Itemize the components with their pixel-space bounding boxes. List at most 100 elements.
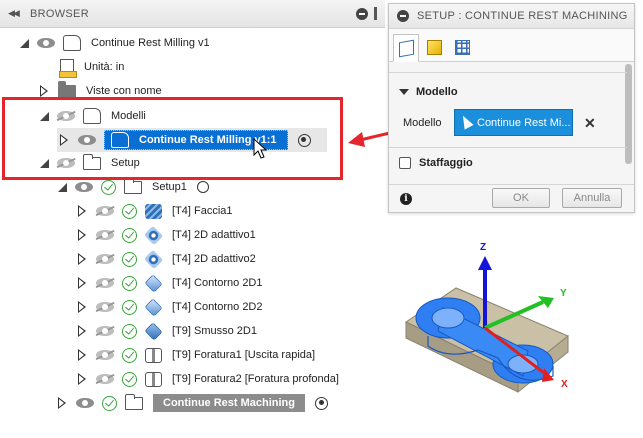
expand-triangle-icon[interactable] [78,253,86,265]
operation-label: [T4] Contorno 2D2 [172,301,263,313]
visibility-eye-icon[interactable] [96,206,114,216]
tab-stock[interactable] [421,33,447,61]
setup-panel-title: SETUP : CONTINUE REST MACHINING [417,10,628,22]
axis-y-label: Y [560,288,567,299]
ok-button[interactable]: OK [492,188,550,208]
expand-triangle-icon[interactable] [78,349,86,361]
tree-root-label: Continue Rest Milling v1 [91,37,210,49]
setup-panel-tabs [389,29,634,62]
model-selection-button[interactable]: Continue Rest Mi... [454,109,573,136]
minimize-circle-icon[interactable] [356,7,368,20]
clear-selection-icon[interactable]: ✕ [584,115,596,132]
last-setup-label[interactable]: Continue Rest Machining [153,394,305,412]
face-icon [145,203,162,219]
setup-tab-icon [398,39,414,57]
tree-row-operation[interactable]: [T4] 2D adattivo1 [78,223,256,247]
visibility-eye-icon[interactable] [37,38,55,48]
visibility-eye-icon[interactable] [96,278,114,288]
model-selection-label: Continue Rest Mi... [477,116,571,129]
contour-icon [144,297,163,317]
collapse-triangle-icon[interactable] [399,89,409,95]
tree-row-operation[interactable]: [T4] 2D adattivo2 [78,247,256,271]
operation-label: [T4] Contorno 2D1 [172,277,263,289]
minimize-circle-icon[interactable] [397,10,409,22]
visibility-eye-icon[interactable] [96,230,114,240]
setup-folder-icon [125,393,143,410]
expand-triangle-icon[interactable] [58,397,66,409]
drill-icon [145,347,162,363]
operation-label: [T9] Smusso 2D1 [172,325,257,337]
tree-row-operation[interactable]: [T4] Faccia1 [78,199,233,223]
fixture-section-header[interactable]: Staffaggio [399,157,473,169]
tree-row-operation[interactable]: [T9] Foratura2 [Foratura profonda] [78,367,339,391]
setup-panel-header: SETUP : CONTINUE REST MACHINING [389,4,634,29]
scrollbar[interactable] [625,64,632,164]
setup-panel-footer: i OK Annulla [389,184,634,212]
axis-x-label: X [561,379,568,390]
axis-z-label: Z [480,242,487,253]
divider [389,72,627,73]
double-chevron-left-icon[interactable]: ◀◀ [8,8,26,19]
activate-radio-icon[interactable] [315,396,328,410]
expand-triangle-icon[interactable] [78,325,86,337]
operation-label: [T4] 2D adattivo2 [172,253,256,265]
contour-icon [144,273,163,293]
expand-triangle-icon[interactable] [40,85,48,97]
browser-title: BROWSER [30,7,89,20]
tree-row-last-setup[interactable]: Continue Rest Machining [58,391,328,415]
visibility-eye-icon[interactable] [96,254,114,264]
model-section-label: Modello [416,86,458,98]
tree-row-operation[interactable]: [T4] Contorno 2D1 [78,271,263,295]
expand-triangle-icon[interactable] [78,301,86,313]
drill-icon [145,371,162,387]
collapse-triangle-icon[interactable] [20,38,29,48]
expand-triangle-icon[interactable] [78,205,86,217]
visibility-eye-icon[interactable] [96,302,114,312]
tree-row-operation[interactable]: [T9] Foratura1 [Uscita rapida] [78,343,315,367]
browser-header: ◀◀ BROWSER [0,0,385,28]
expand-triangle-icon[interactable] [78,229,86,241]
visibility-eye-icon[interactable] [96,326,114,336]
tab-post[interactable] [449,33,475,61]
operation-label: [T4] 2D adattivo1 [172,229,256,241]
cursor-arrow-icon [458,113,474,130]
tree-row-operation[interactable]: [T9] Smusso 2D1 [78,319,257,343]
visibility-eye-icon[interactable] [75,182,93,192]
valid-check-icon [122,251,137,267]
valid-check-icon [122,203,137,219]
chamfer-icon [144,321,163,341]
divider [389,147,627,148]
valid-check-icon [122,275,137,291]
stock-tab-icon [426,39,442,55]
operation-label: [T9] Foratura2 [Foratura profonda] [172,373,339,385]
expand-triangle-icon[interactable] [78,277,86,289]
post-tab-icon [454,39,470,55]
visibility-eye-icon[interactable] [96,350,114,360]
valid-check-icon [102,395,117,411]
units-label: Unità: in [84,61,125,73]
fixture-section-label: Staffaggio [419,157,473,169]
model-section-header[interactable]: Modello [399,86,458,98]
tree-row-operation[interactable]: [T4] Contorno 2D2 [78,295,263,319]
adaptive-icon [143,249,164,269]
panel-grip-icon[interactable] [374,7,377,20]
valid-check-icon [101,179,116,195]
visibility-eye-icon[interactable] [96,374,114,384]
mouse-pointer-icon [253,138,268,159]
valid-check-icon [122,227,137,243]
visibility-eye-icon[interactable] [76,398,94,408]
model-viewport[interactable]: Z Y X [398,236,598,416]
named-views-label: Viste con nome [86,85,162,97]
collapse-triangle-icon[interactable] [58,182,67,192]
folder-icon [58,80,76,98]
info-icon[interactable]: i [400,193,412,205]
activate-ring-icon[interactable] [196,181,209,193]
tab-setup[interactable] [393,34,419,62]
fixture-checkbox[interactable] [399,157,411,169]
tree-row-root[interactable]: Continue Rest Milling v1 [20,31,210,55]
model-field-label: Modello [403,117,442,129]
tree-row-units[interactable]: Unità: in [59,55,125,79]
expand-triangle-icon[interactable] [78,373,86,385]
part-model-illustration [405,256,569,394]
cancel-button[interactable]: Annulla [562,188,622,208]
